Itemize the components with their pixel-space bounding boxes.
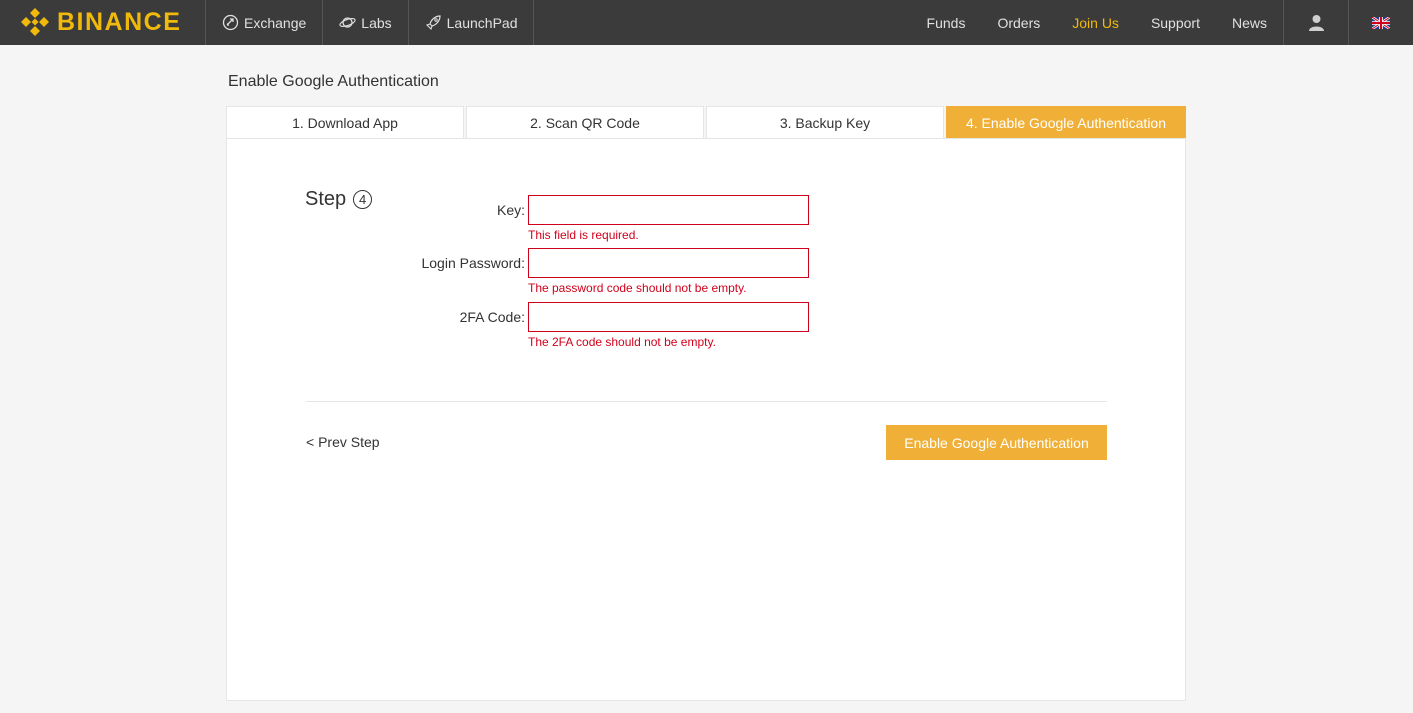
tab-enable-google-authentication[interactable]: 4. Enable Google Authentication [946,106,1186,138]
nav-support[interactable]: Support [1135,0,1216,45]
rocket-icon [425,15,441,31]
page-title: Enable Google Authentication [228,73,439,90]
nav-launchpad[interactable]: LaunchPad [407,0,535,45]
top-nav-bar: BINANCE Exchange Labs LaunchPad Funds Or… [0,0,1413,45]
nav-exchange[interactable]: Exchange [205,0,322,45]
nav-left: Exchange Labs LaunchPad [205,0,535,45]
prev-step-link[interactable]: < Prev Step [306,434,380,450]
user-menu[interactable] [1283,0,1348,45]
uk-flag-icon [1372,16,1390,29]
nav-launchpad-label: LaunchPad [446,14,518,31]
nav-orders[interactable]: Orders [981,0,1056,45]
brand-name: BINANCE [57,7,182,36]
login-password-input[interactable] [528,248,809,278]
nav-right: Funds Orders Join Us Support News [911,0,1413,45]
nav-join-us[interactable]: Join Us [1056,0,1135,45]
key-input[interactable] [528,195,809,225]
labs-planet-icon [339,17,356,28]
twofa-code-error: The 2FA code should not be empty. [528,335,716,349]
tab-download-app[interactable]: 1. Download App [226,106,464,138]
login-password-error: The password code should not be empty. [528,281,747,295]
nav-labs[interactable]: Labs [322,0,407,45]
divider [306,401,1107,402]
step-label: Step [305,188,347,210]
exchange-icon [222,14,239,31]
nav-labs-label: Labs [361,14,392,31]
nav-funds[interactable]: Funds [911,0,982,45]
step-number-badge: 4 [353,190,373,209]
login-password-label: Login Password: [421,255,525,271]
language-menu[interactable] [1348,0,1413,45]
twofa-code-input[interactable] [528,302,809,332]
binance-logo[interactable]: BINANCE [18,5,181,39]
nav-news[interactable]: News [1216,0,1283,45]
enable-google-authentication-button[interactable]: Enable Google Authentication [886,425,1107,460]
step-tabs: 1. Download App 2. Scan QR Code 3. Backu… [226,106,1186,138]
step-heading: Step 4 [305,188,373,211]
key-label: Key: [496,202,525,218]
tab-backup-key[interactable]: 3. Backup Key [706,106,944,138]
key-error: This field is required. [528,228,639,242]
user-icon [1308,15,1324,31]
twofa-code-label: 2FA Code: [459,309,525,325]
binance-logo-icon [21,8,49,36]
tab-scan-qr-code[interactable]: 2. Scan QR Code [466,106,704,138]
nav-exchange-label: Exchange [244,14,307,31]
form-panel: Step 4 Key: This field is required. Logi… [226,138,1186,701]
